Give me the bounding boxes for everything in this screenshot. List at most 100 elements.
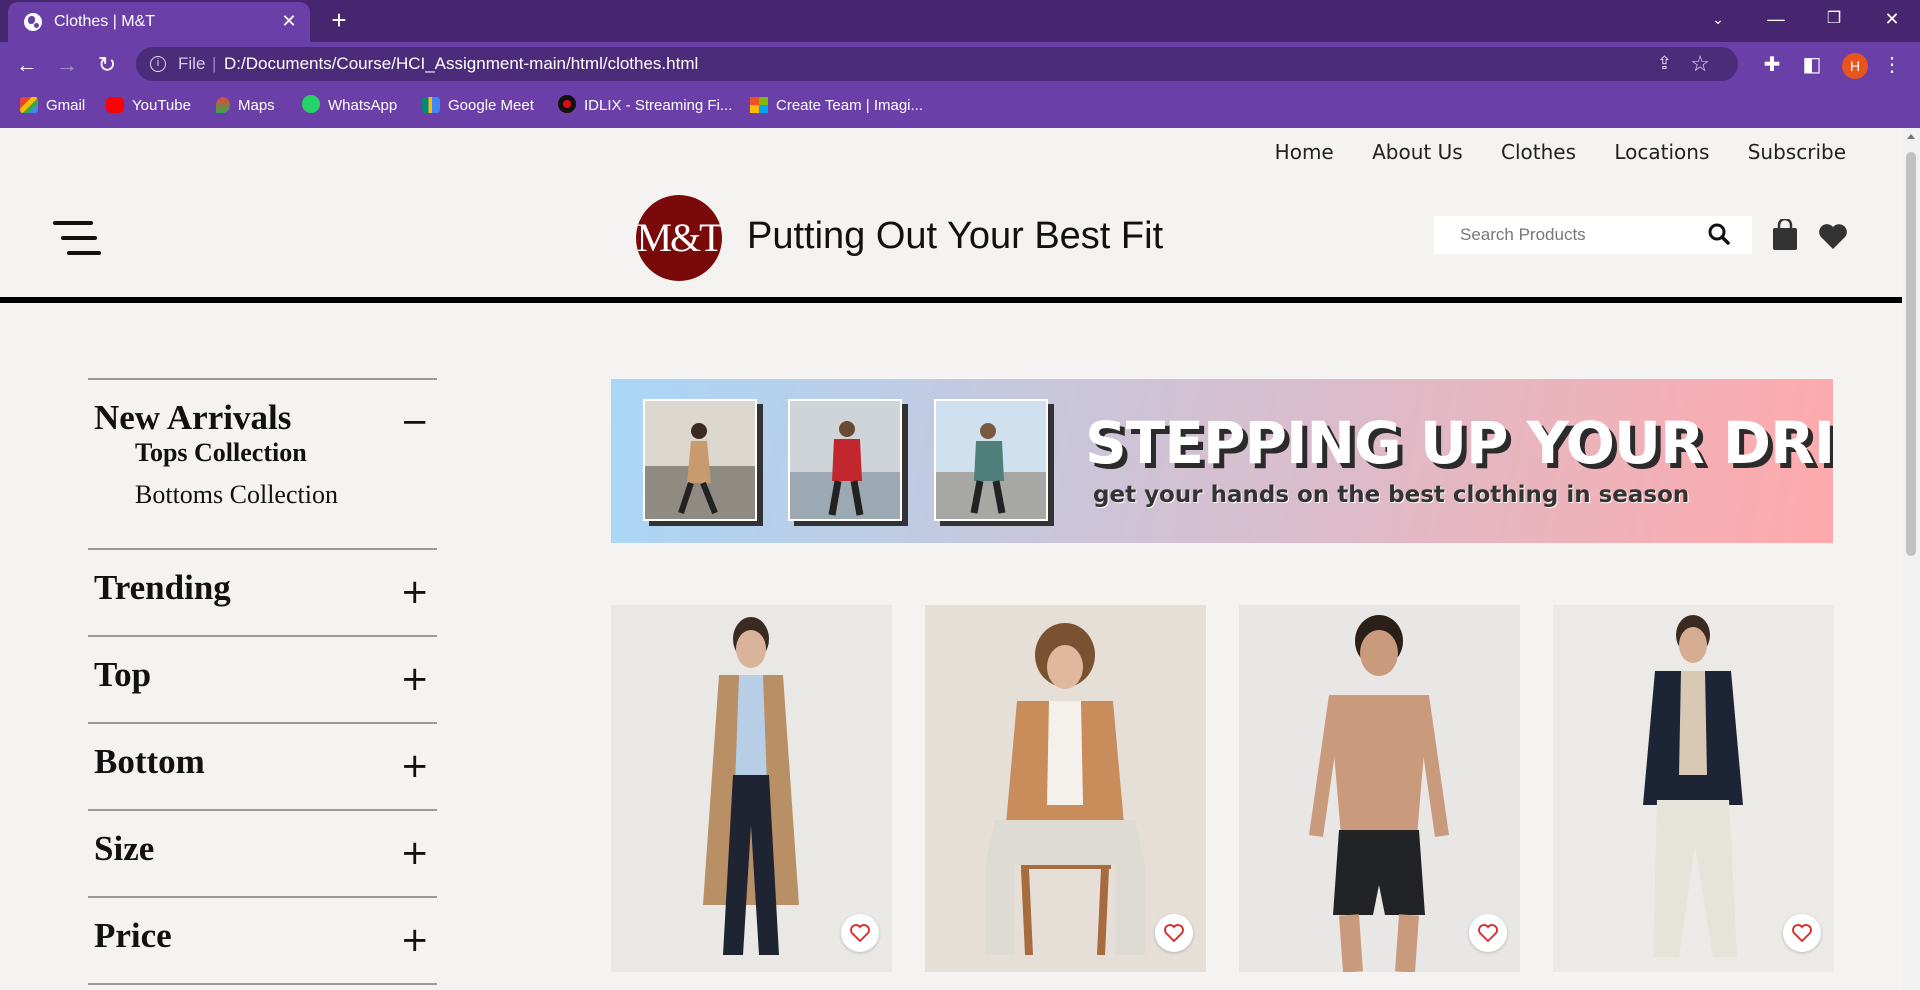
forward-button[interactable]: → <box>54 52 80 78</box>
youtube-icon <box>106 97 124 113</box>
expand-icon[interactable]: + <box>401 746 430 786</box>
bookmark-gmail[interactable]: Gmail <box>20 95 85 117</box>
bookmark-maps[interactable]: Maps <box>216 95 275 117</box>
filter-section-bottom: Bottom + <box>88 722 437 809</box>
nav-subscribe[interactable]: Subscribe <box>1748 140 1846 164</box>
banner-photo-walking-man <box>643 399 757 521</box>
search-input[interactable]: Search Products <box>1460 225 1586 245</box>
bookmark-create-team[interactable]: Create Team | Imagi... <box>750 95 923 117</box>
search-box[interactable]: Search Products <box>1434 216 1752 254</box>
gmail-icon <box>20 97 38 113</box>
promo-banner[interactable]: STEPPING UP YOUR DRIP get your hands on … <box>611 379 1833 543</box>
share-icon[interactable]: ⇪ <box>1657 53 1672 74</box>
new-tab-button[interactable]: + <box>326 7 352 33</box>
product-card[interactable] <box>1553 605 1834 972</box>
bookmark-label: IDLIX - Streaming Fi... <box>584 97 733 114</box>
idlix-icon <box>558 95 576 113</box>
tab-strip: Clothes | M&T ✕ + ⌄ — ❐ ✕ <box>0 0 1920 42</box>
expand-icon[interactable]: + <box>401 920 430 960</box>
favorite-button[interactable] <box>1155 914 1193 952</box>
filter-section-title[interactable]: Top <box>88 637 437 721</box>
browser-menu-icon[interactable]: ⋮ <box>1880 53 1904 77</box>
globe-icon <box>24 13 42 31</box>
profile-avatar[interactable]: H <box>1842 53 1868 79</box>
hamburger-menu-icon[interactable] <box>53 219 101 257</box>
expand-icon[interactable]: + <box>401 572 430 612</box>
filter-section-size: Size + <box>88 809 437 896</box>
top-navigation: Home About Us Clothes Locations Subscrib… <box>1243 140 1846 164</box>
scrollbar-thumb[interactable] <box>1906 152 1916 556</box>
filter-section-trending: Trending + <box>88 548 437 635</box>
whatsapp-icon <box>302 95 320 113</box>
back-button[interactable]: ← <box>14 52 40 78</box>
bookmark-label: Maps <box>238 97 275 114</box>
banner-headline: STEPPING UP YOUR DRIP <box>1085 409 1833 477</box>
header-divider <box>0 297 1904 303</box>
nav-clothes[interactable]: Clothes <box>1501 140 1576 164</box>
minimize-button[interactable]: — <box>1748 0 1804 38</box>
filter-section-title[interactable]: Bottom <box>88 724 437 808</box>
search-icon[interactable] <box>1708 223 1730 245</box>
url-separator: | <box>212 54 217 73</box>
browser-tab[interactable]: Clothes | M&T ✕ <box>8 2 310 42</box>
close-tab-icon[interactable]: ✕ <box>278 10 300 32</box>
filter-section-price: Price + <box>88 896 437 983</box>
wishlist-heart-icon[interactable] <box>1818 222 1848 250</box>
filter-link-bottoms-collection[interactable]: Bottoms Collection <box>88 480 437 522</box>
banner-photo-red-jacket-man <box>788 399 902 521</box>
nav-about-us[interactable]: About Us <box>1372 140 1463 164</box>
favorite-button[interactable] <box>1783 914 1821 952</box>
banner-photo-teal-jacket-man <box>934 399 1048 521</box>
restore-button[interactable]: ❐ <box>1806 0 1862 38</box>
bookmark-label: YouTube <box>132 97 191 114</box>
product-card[interactable] <box>1239 605 1520 972</box>
url-scheme: File <box>178 54 206 73</box>
microsoft-icon <box>750 97 768 113</box>
tab-search-icon[interactable]: ⌄ <box>1690 0 1746 38</box>
bookmark-star-icon[interactable]: ☆ <box>1690 51 1710 77</box>
favorite-button[interactable] <box>841 914 879 952</box>
info-icon[interactable]: i <box>150 56 166 72</box>
close-window-button[interactable]: ✕ <box>1864 0 1920 38</box>
bookmark-label: Google Meet <box>448 97 534 114</box>
bookmark-whatsapp[interactable]: WhatsApp <box>302 95 397 117</box>
bookmarks-bar: Gmail YouTube Maps WhatsApp Google Meet … <box>0 92 1920 120</box>
filter-section-title[interactable]: Price <box>88 898 437 982</box>
banner-subline: get your hands on the best clothing in s… <box>1093 482 1690 508</box>
maps-icon <box>216 97 230 113</box>
bookmark-idlix[interactable]: IDLIX - Streaming Fi... <box>558 95 732 117</box>
bookmark-label: WhatsApp <box>328 97 398 114</box>
filter-link-tops-collection[interactable]: Tops Collection <box>88 438 437 480</box>
brand-logo[interactable]: M&T <box>636 195 724 281</box>
side-panel-icon[interactable]: ◧ <box>1800 53 1824 77</box>
heart-outline-icon <box>850 924 870 942</box>
heart-outline-icon <box>1792 924 1812 942</box>
heart-outline-icon <box>1478 924 1498 942</box>
shopping-bag-icon[interactable] <box>1772 219 1798 251</box>
scroll-up-arrow-icon[interactable] <box>1907 134 1915 139</box>
filter-section-title[interactable]: Size <box>88 811 437 895</box>
bookmark-label: Gmail <box>46 97 86 114</box>
extensions-icon[interactable]: ✚ <box>1760 53 1784 77</box>
filter-section-title[interactable]: Trending <box>88 550 437 634</box>
page-scrollbar[interactable] <box>1902 128 1920 990</box>
nav-locations[interactable]: Locations <box>1614 140 1709 164</box>
site-tagline: Putting Out Your Best Fit <box>747 215 1164 257</box>
expand-icon[interactable]: + <box>401 833 430 873</box>
product-card[interactable] <box>611 605 892 972</box>
bookmark-youtube[interactable]: YouTube <box>106 95 191 117</box>
heart-outline-icon <box>1164 924 1184 942</box>
filter-section-new-arrivals: New Arrivals − Tops Collection Bottoms C… <box>88 378 437 548</box>
favorite-button[interactable] <box>1469 914 1507 952</box>
collapse-icon[interactable]: − <box>401 402 430 442</box>
expand-icon[interactable]: + <box>401 659 430 699</box>
nav-home[interactable]: Home <box>1275 140 1334 164</box>
url-text[interactable]: D:/Documents/Course/HCI_Assignment-main/… <box>224 54 698 74</box>
browser-toolbar: ← → ↻ i File | D:/Documents/Course/HCI_A… <box>0 42 1920 88</box>
address-bar[interactable]: i File | D:/Documents/Course/HCI_Assignm… <box>136 47 1738 81</box>
filter-sidebar-end-rule <box>88 983 437 985</box>
tab-title: Clothes | M&T <box>54 13 156 30</box>
product-card[interactable] <box>925 605 1206 972</box>
reload-button[interactable]: ↻ <box>94 52 120 78</box>
bookmark-google-meet[interactable]: Google Meet <box>422 95 534 117</box>
